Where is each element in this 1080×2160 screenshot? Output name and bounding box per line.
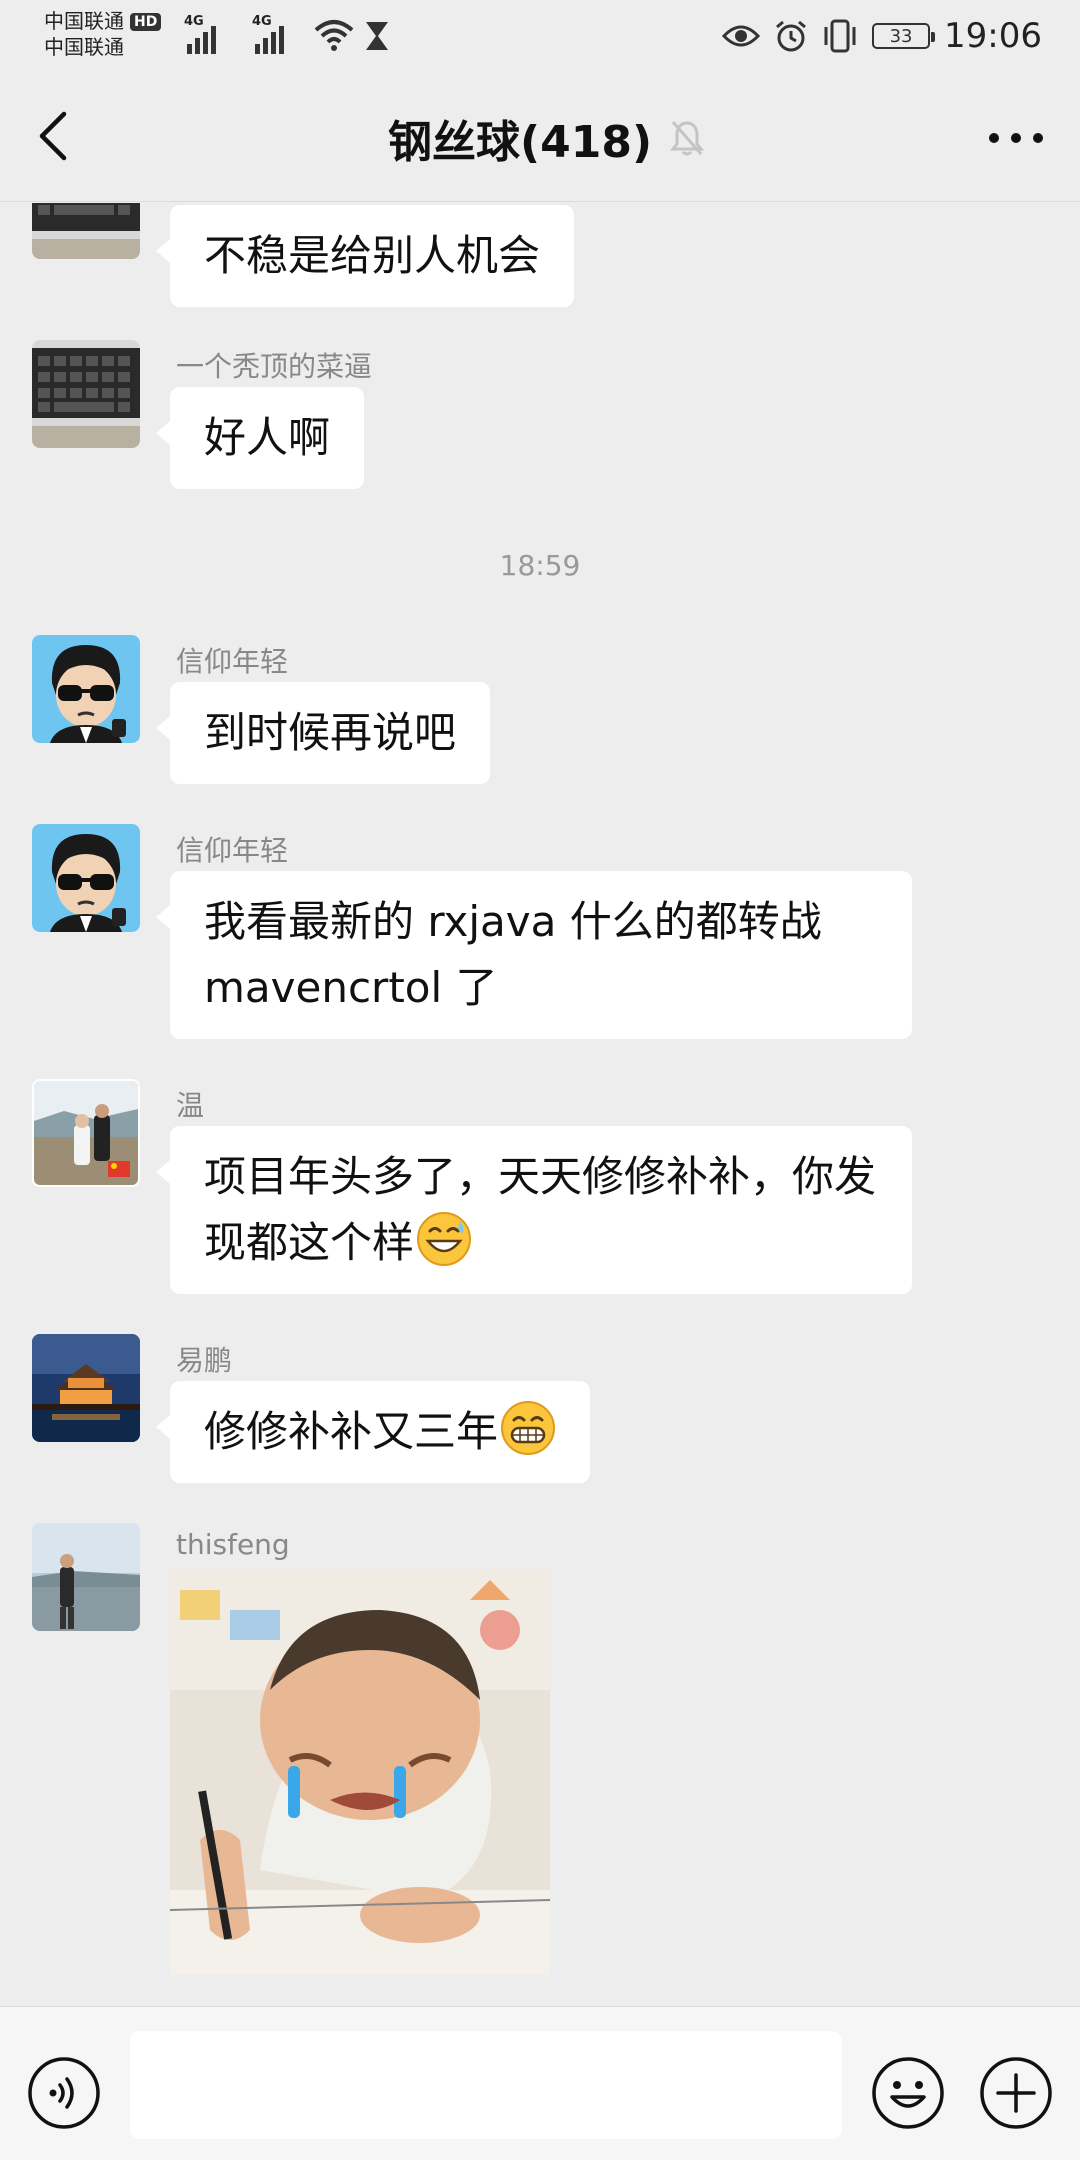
avatar[interactable] <box>32 203 140 259</box>
plus-icon[interactable] <box>978 2055 1054 2131</box>
sender-name: 温 <box>176 1089 205 1122</box>
chat-header: 钢丝球(418) <box>0 72 1080 202</box>
grin-emoji <box>501 1401 556 1455</box>
grin-sweat-emoji <box>417 1212 472 1266</box>
alarm-icon <box>776 20 806 52</box>
message-bubble[interactable]: 修修补补又三年 <box>155 1381 591 1483</box>
timestamp: 18:59 <box>499 549 581 582</box>
carrier-info: 中国联通 HD 中国联通 <box>44 8 162 60</box>
message-bubble[interactable]: 项目年头多了，天天修修补补，你发现都这个样 <box>156 1126 912 1294</box>
more-icon[interactable] <box>986 128 1046 148</box>
message-text: 修修补补又三年 <box>204 1407 499 1456</box>
avatar[interactable] <box>32 1523 140 1631</box>
clock: 19:06 <box>944 16 1042 56</box>
wifi-icon <box>314 20 354 51</box>
chat-title: 钢丝球(418) <box>388 117 653 168</box>
emoji-icon[interactable] <box>870 2055 946 2131</box>
avatar[interactable] <box>32 824 140 932</box>
chat-messages[interactable]: 不稳是给别人机会 一个秃顶的菜逼 好人啊 18:59 信仰年轻 到时候再说吧 信… <box>0 203 1080 2006</box>
avatar[interactable] <box>32 1079 140 1187</box>
eye-icon <box>722 25 761 47</box>
title-area: 钢丝球(418) <box>388 110 705 168</box>
hourglass-icon <box>366 22 388 50</box>
mute-bell-icon <box>670 121 705 156</box>
avatar[interactable] <box>32 635 140 743</box>
input-bar <box>0 2006 1080 2160</box>
carrier-name-2: 中国联通 <box>44 35 124 59</box>
message-text: 项目年头多了，天天修修补补，你发现都这个样 <box>204 1152 877 1267</box>
status-right: 33 19:06 <box>722 12 1042 60</box>
back-icon[interactable] <box>34 108 74 164</box>
carrier-name: 中国联通 <box>44 9 124 33</box>
message-bubble[interactable]: 我看最新的 rxjava 什么的都转战 mavencrtol 了 <box>156 871 912 1039</box>
voice-icon[interactable] <box>26 2055 102 2131</box>
message-input[interactable] <box>130 2031 842 2139</box>
message-bubble[interactable]: 不稳是给别人机会 <box>155 205 575 307</box>
crying-baby-sticker[interactable] <box>170 1570 550 1975</box>
avatar[interactable] <box>32 1334 140 1442</box>
battery-icon: 33 <box>872 23 936 49</box>
hd-badge: HD <box>130 13 162 31</box>
signal-icon: 4G <box>184 14 216 54</box>
sender-name: 易鹏 <box>176 1344 233 1377</box>
status-bar: 中国联通 HD 中国联通 4G 4G 33 19:06 <box>0 0 1080 72</box>
sender-name: 信仰年轻 <box>176 834 289 867</box>
message-bubble[interactable]: 到时候再说吧 <box>155 682 491 784</box>
sender-name: thisfeng <box>176 1528 290 1561</box>
sender-name: 信仰年轻 <box>176 645 289 678</box>
sender-name: 一个秃顶的菜逼 <box>176 350 373 383</box>
message-bubble[interactable]: 好人啊 <box>155 387 365 489</box>
vibrate-icon <box>824 19 856 53</box>
avatar[interactable] <box>32 340 140 448</box>
signal-icon-2: 4G <box>252 14 284 54</box>
